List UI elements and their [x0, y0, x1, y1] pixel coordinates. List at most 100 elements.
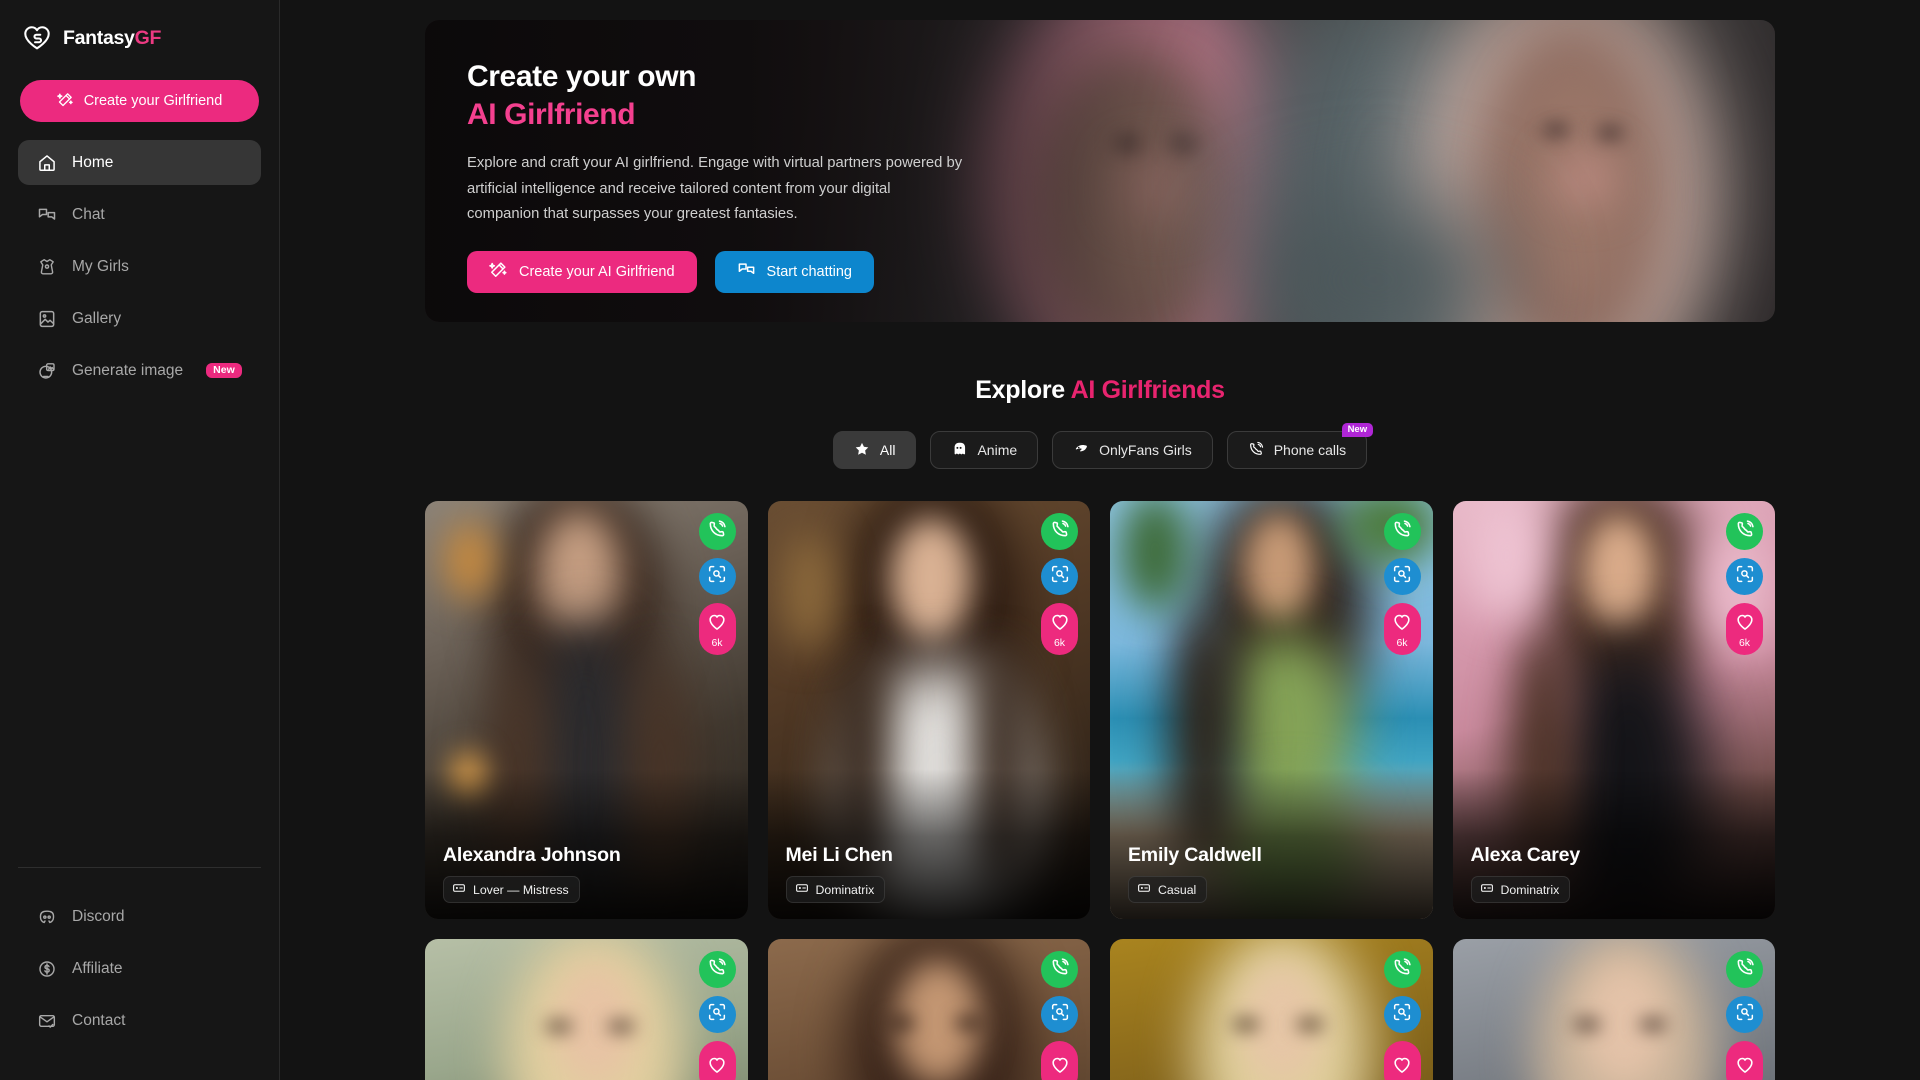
- filter-badge-new: New: [1341, 423, 1374, 438]
- like-button[interactable]: 6k: [1383, 603, 1421, 655]
- like-button[interactable]: 6k: [698, 603, 736, 655]
- card-row2-2[interactable]: [767, 939, 1090, 1080]
- sidebar-item-chat[interactable]: Chat: [18, 192, 261, 237]
- image-search-icon: [1735, 1002, 1755, 1027]
- main-content: Create your own AI Girlfriend Explore an…: [280, 0, 1920, 1080]
- sidebar-item-discord[interactable]: Discord: [18, 894, 261, 939]
- card-tag: Casual: [1128, 876, 1208, 903]
- heart-icon: [1050, 1055, 1070, 1080]
- brand-logo-area[interactable]: FantasyGF: [0, 0, 279, 58]
- card-emily-caldwell[interactable]: 6k Emily Caldwell Casual: [1110, 501, 1433, 919]
- sidebar-item-home[interactable]: Home: [18, 140, 261, 185]
- card-alexandra-johnson[interactable]: 6k Alexandra Johnson Lover — Mistress: [425, 501, 748, 919]
- sidebar-item-generate-image[interactable]: Generate image New: [18, 348, 261, 393]
- card-row2-4[interactable]: [1452, 939, 1775, 1080]
- chat-bubbles-icon: [36, 204, 57, 225]
- filter-tab-onlyfans-girls[interactable]: OnlyFans Girls: [1052, 431, 1213, 469]
- image-search-icon-button[interactable]: [698, 996, 736, 1033]
- envelope-check-icon: [36, 1010, 57, 1031]
- like-button[interactable]: [1041, 1041, 1078, 1080]
- card-action-buttons: [1726, 951, 1763, 1080]
- star-icon: [854, 441, 870, 460]
- card-id-icon: [1137, 881, 1151, 898]
- image-search-icon: [1735, 564, 1755, 589]
- filter-label: All: [879, 442, 896, 458]
- like-button[interactable]: [1726, 1041, 1763, 1080]
- sidebar-item-gallery[interactable]: Gallery: [18, 296, 261, 341]
- card-id-icon: [795, 881, 809, 898]
- card-action-buttons: [698, 951, 736, 1080]
- card-action-buttons: 6k: [1726, 513, 1763, 655]
- primary-navigation: Home Chat My Girls Gallery Generate imag…: [0, 140, 279, 400]
- phone-call-icon: [1392, 957, 1412, 982]
- card-info: Alexa Carey Dominatrix: [1470, 844, 1762, 903]
- image-search-icon-button[interactable]: [1726, 996, 1763, 1033]
- like-count: 6k: [1396, 636, 1408, 649]
- card-mei-li-chen[interactable]: 6k Mei Li Chen Dominatrix: [767, 501, 1090, 919]
- phone-call-icon: [1050, 957, 1070, 982]
- card-name: Mei Li Chen: [785, 844, 893, 866]
- create-ai-girlfriend-button[interactable]: Create your AI Girlfriend: [467, 250, 697, 293]
- heart-icon: [1735, 612, 1755, 637]
- explore-section-title: Explore AI Girlfriends: [425, 376, 1775, 405]
- image-search-icon-button[interactable]: [1041, 558, 1078, 595]
- brand-name: FantasyGF: [63, 26, 162, 49]
- phone-ring-icon: [1248, 441, 1264, 460]
- image-search-icon-button[interactable]: [1726, 558, 1763, 595]
- heart-icon: [1050, 612, 1070, 637]
- image-search-icon-button[interactable]: [1041, 996, 1078, 1033]
- like-button[interactable]: [698, 1041, 736, 1080]
- card-id-icon: [1480, 881, 1494, 898]
- phone-call-icon: [707, 957, 727, 982]
- sidebar-badge-new: New: [206, 362, 242, 379]
- heart-icon: [1735, 1055, 1755, 1080]
- phone-call-icon-button[interactable]: [1383, 951, 1421, 988]
- image-search-icon-button[interactable]: [1383, 996, 1421, 1033]
- phone-call-icon-button[interactable]: [698, 951, 736, 988]
- like-count: 6k: [711, 636, 723, 649]
- like-button[interactable]: [1383, 1041, 1421, 1080]
- hero-banner: Create your own AI Girlfriend Explore an…: [425, 20, 1775, 322]
- phone-call-icon-button[interactable]: [1041, 513, 1078, 550]
- sidebar-item-my-girls[interactable]: My Girls: [18, 244, 261, 289]
- card-tag: Lover — Mistress: [443, 876, 580, 903]
- image-search-icon: [707, 564, 727, 589]
- card-action-buttons: 6k: [1041, 513, 1078, 655]
- image-search-icon: [707, 1002, 727, 1027]
- phone-call-icon-button[interactable]: [698, 513, 736, 550]
- start-chatting-button[interactable]: Start chatting: [714, 250, 874, 293]
- image-search-icon-button[interactable]: [1383, 558, 1421, 595]
- card-row2-1[interactable]: [425, 939, 748, 1080]
- phone-call-icon: [1735, 957, 1755, 982]
- sidebar: FantasyGF Create your Girlfriend Home Ch…: [0, 0, 280, 1080]
- filter-tab-phone-calls[interactable]: Phone calls New: [1226, 423, 1374, 469]
- dress-icon: [36, 256, 57, 277]
- magic-wand-icon: [489, 260, 508, 283]
- like-button[interactable]: 6k: [1726, 603, 1763, 655]
- create-ai-girlfriend-label: Create your AI Girlfriend: [519, 263, 675, 280]
- filter-tab-all[interactable]: All: [832, 431, 917, 469]
- card-name: Alexandra Johnson: [443, 844, 621, 866]
- like-button[interactable]: 6k: [1041, 603, 1078, 655]
- phone-call-icon-button[interactable]: [1383, 513, 1421, 550]
- sidebar-item-affiliate[interactable]: Affiliate: [18, 946, 261, 991]
- hero-title-line1: Create your own: [467, 60, 697, 93]
- filter-tabs: All Anime OnlyFans Girls Phone calls New: [425, 423, 1775, 469]
- sidebar-item-label: Home: [72, 153, 114, 171]
- filter-tab-anime[interactable]: Anime: [930, 431, 1039, 469]
- phone-call-icon-button[interactable]: [1726, 513, 1763, 550]
- card-alexa-carey[interactable]: 6k Alexa Carey Dominatrix: [1452, 501, 1775, 919]
- phone-call-icon: [1050, 519, 1070, 544]
- phone-call-icon-button[interactable]: [1041, 951, 1078, 988]
- filter-label: Anime: [977, 442, 1018, 458]
- hero-description: Explore and craft your AI girlfriend. En…: [467, 155, 963, 223]
- card-row2-3[interactable]: [1110, 939, 1433, 1080]
- image-search-icon-button[interactable]: [698, 558, 736, 595]
- image-search-icon: [1392, 1002, 1412, 1027]
- home-icon: [36, 152, 57, 173]
- card-action-buttons: [1383, 951, 1421, 1080]
- phone-call-icon-button[interactable]: [1726, 951, 1763, 988]
- sidebar-item-contact[interactable]: Contact: [18, 998, 261, 1043]
- card-tag-label: Lover — Mistress: [473, 882, 569, 897]
- create-girlfriend-button[interactable]: Create your Girlfriend: [20, 80, 259, 122]
